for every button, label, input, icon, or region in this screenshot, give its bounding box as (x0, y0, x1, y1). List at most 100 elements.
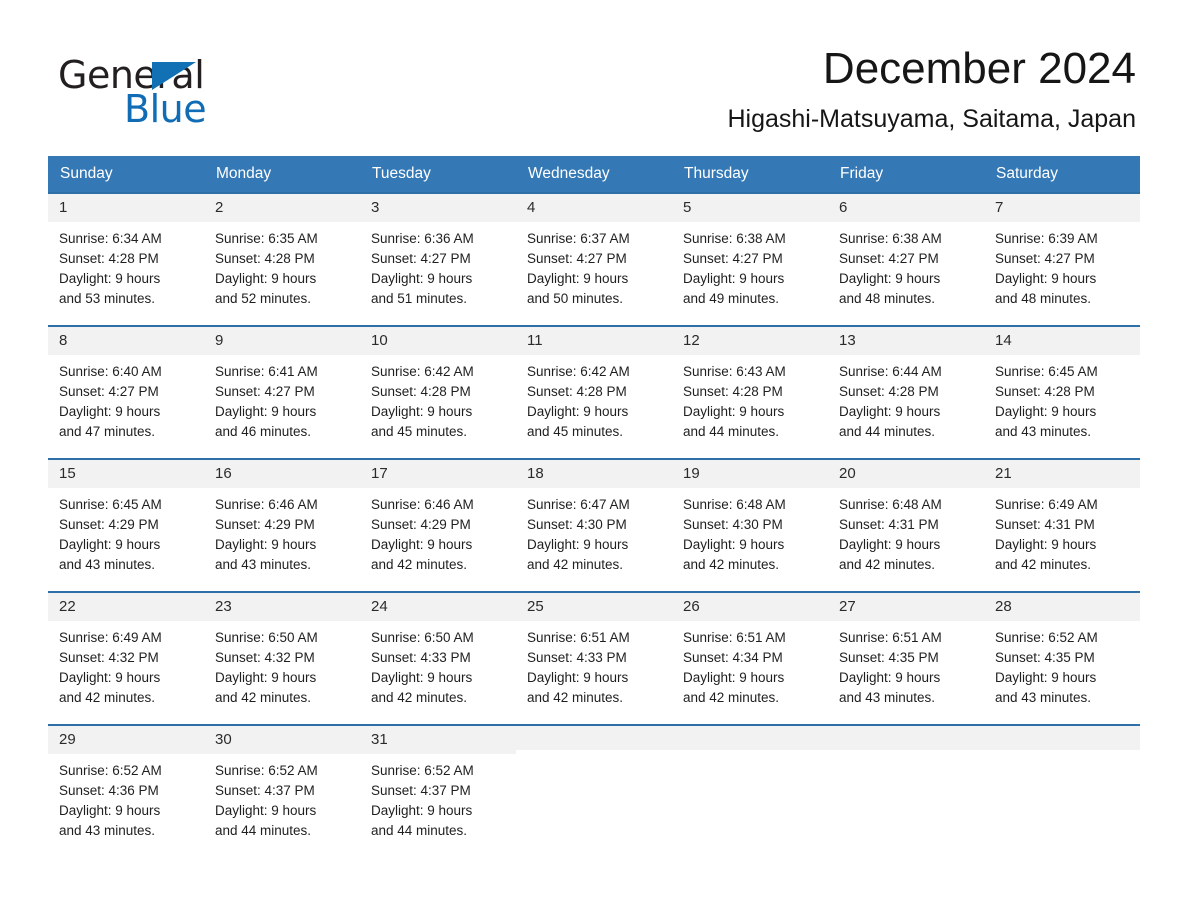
day-details: Sunrise: 6:51 AM Sunset: 4:34 PM Dayligh… (672, 621, 828, 709)
daylight-text-line1: Daylight: 9 hours (215, 271, 317, 287)
weekday-sunday: Sunday (60, 164, 113, 182)
day-number: 11 (516, 327, 672, 355)
sunrise-text: Sunrise: 6:42 AM (371, 363, 474, 379)
sunrise-text: Sunrise: 6:40 AM (59, 363, 162, 379)
daylight-text-line2: and 42 minutes. (683, 690, 780, 706)
day-cell[interactable]: 1 Sunrise: 6:34 AM Sunset: 4:28 PM Dayli… (48, 194, 204, 317)
day-cell[interactable]: 10 Sunrise: 6:42 AM Sunset: 4:28 PM Dayl… (360, 327, 516, 450)
day-cell[interactable]: 12 Sunrise: 6:43 AM Sunset: 4:28 PM Dayl… (672, 327, 828, 450)
day-number: 5 (672, 194, 828, 222)
day-cell[interactable]: 9 Sunrise: 6:41 AM Sunset: 4:27 PM Dayli… (204, 327, 360, 450)
day-cell[interactable]: 17 Sunrise: 6:46 AM Sunset: 4:29 PM Dayl… (360, 460, 516, 583)
day-details: Sunrise: 6:52 AM Sunset: 4:37 PM Dayligh… (204, 754, 360, 842)
daylight-text-line2: and 44 minutes. (683, 424, 780, 440)
day-details: Sunrise: 6:34 AM Sunset: 4:28 PM Dayligh… (48, 222, 204, 310)
day-cell[interactable]: 18 Sunrise: 6:47 AM Sunset: 4:30 PM Dayl… (516, 460, 672, 583)
daylight-text-line1: Daylight: 9 hours (839, 404, 941, 420)
daylight-text-line1: Daylight: 9 hours (59, 670, 161, 686)
day-details: Sunrise: 6:47 AM Sunset: 4:30 PM Dayligh… (516, 488, 672, 576)
daylight-text-line2: and 42 minutes. (371, 557, 468, 573)
day-number (984, 726, 1140, 751)
sunset-text: Sunset: 4:28 PM (59, 250, 159, 266)
day-cell[interactable]: 11 Sunrise: 6:42 AM Sunset: 4:28 PM Dayl… (516, 327, 672, 450)
daylight-text-line1: Daylight: 9 hours (995, 271, 1097, 287)
day-cell[interactable]: 24 Sunrise: 6:50 AM Sunset: 4:33 PM Dayl… (360, 593, 516, 716)
day-details: Sunrise: 6:45 AM Sunset: 4:29 PM Dayligh… (48, 488, 204, 576)
day-details: Sunrise: 6:50 AM Sunset: 4:33 PM Dayligh… (360, 621, 516, 709)
day-cell[interactable]: 6 Sunrise: 6:38 AM Sunset: 4:27 PM Dayli… (828, 194, 984, 317)
day-cell[interactable]: 13 Sunrise: 6:44 AM Sunset: 4:28 PM Dayl… (828, 327, 984, 450)
daylight-text-line1: Daylight: 9 hours (839, 537, 941, 553)
daylight-text-line1: Daylight: 9 hours (59, 404, 161, 420)
daylight-text-line1: Daylight: 9 hours (527, 271, 629, 287)
day-details (516, 750, 672, 757)
daylight-text-line1: Daylight: 9 hours (527, 537, 629, 553)
daylight-text-line2: and 47 minutes. (59, 424, 156, 440)
day-cell[interactable]: 19 Sunrise: 6:48 AM Sunset: 4:30 PM Dayl… (672, 460, 828, 583)
day-number: 30 (204, 726, 360, 754)
generalblue-logo[interactable]: General Blue (58, 46, 288, 128)
day-cell[interactable]: 8 Sunrise: 6:40 AM Sunset: 4:27 PM Dayli… (48, 327, 204, 450)
daylight-text-line2: and 43 minutes. (839, 690, 936, 706)
calendar-page: General Blue December 2024 Higashi-Matsu… (0, 0, 1188, 918)
sunrise-text: Sunrise: 6:52 AM (995, 629, 1098, 645)
sunrise-text: Sunrise: 6:44 AM (839, 363, 942, 379)
day-details: Sunrise: 6:52 AM Sunset: 4:35 PM Dayligh… (984, 621, 1140, 709)
day-cell[interactable]: 27 Sunrise: 6:51 AM Sunset: 4:35 PM Dayl… (828, 593, 984, 716)
daylight-text-line2: and 43 minutes. (215, 557, 312, 573)
day-number: 13 (828, 327, 984, 355)
day-details: Sunrise: 6:49 AM Sunset: 4:32 PM Dayligh… (48, 621, 204, 709)
sunset-text: Sunset: 4:32 PM (215, 649, 315, 665)
day-number: 31 (360, 726, 516, 754)
sunset-text: Sunset: 4:27 PM (527, 250, 627, 266)
day-cell[interactable]: 22 Sunrise: 6:49 AM Sunset: 4:32 PM Dayl… (48, 593, 204, 716)
day-number: 26 (672, 593, 828, 621)
daylight-text-line1: Daylight: 9 hours (995, 404, 1097, 420)
day-number: 21 (984, 460, 1140, 488)
sunrise-text: Sunrise: 6:41 AM (215, 363, 318, 379)
day-cell[interactable]: 20 Sunrise: 6:48 AM Sunset: 4:31 PM Dayl… (828, 460, 984, 583)
day-cell[interactable]: 14 Sunrise: 6:45 AM Sunset: 4:28 PM Dayl… (984, 327, 1140, 450)
weekday-saturday: Saturday (996, 164, 1059, 182)
day-details: Sunrise: 6:38 AM Sunset: 4:27 PM Dayligh… (828, 222, 984, 310)
day-cell[interactable]: 16 Sunrise: 6:46 AM Sunset: 4:29 PM Dayl… (204, 460, 360, 583)
week-row: 22 Sunrise: 6:49 AM Sunset: 4:32 PM Dayl… (48, 591, 1140, 716)
sunset-text: Sunset: 4:28 PM (683, 383, 783, 399)
day-cell[interactable]: 2 Sunrise: 6:35 AM Sunset: 4:28 PM Dayli… (204, 194, 360, 317)
daylight-text-line2: and 43 minutes. (59, 557, 156, 573)
sunrise-text: Sunrise: 6:52 AM (215, 762, 318, 778)
day-number: 9 (204, 327, 360, 355)
sunset-text: Sunset: 4:30 PM (527, 516, 627, 532)
day-cell[interactable]: 5 Sunrise: 6:38 AM Sunset: 4:27 PM Dayli… (672, 194, 828, 317)
day-cell[interactable]: 21 Sunrise: 6:49 AM Sunset: 4:31 PM Dayl… (984, 460, 1140, 583)
day-number: 1 (48, 194, 204, 222)
sunrise-text: Sunrise: 6:43 AM (683, 363, 786, 379)
day-details: Sunrise: 6:44 AM Sunset: 4:28 PM Dayligh… (828, 355, 984, 443)
triangle-icon (152, 62, 196, 90)
day-cell[interactable]: 3 Sunrise: 6:36 AM Sunset: 4:27 PM Dayli… (360, 194, 516, 317)
day-cell[interactable]: 25 Sunrise: 6:51 AM Sunset: 4:33 PM Dayl… (516, 593, 672, 716)
sunset-text: Sunset: 4:33 PM (527, 649, 627, 665)
day-number: 18 (516, 460, 672, 488)
day-cell[interactable]: 31 Sunrise: 6:52 AM Sunset: 4:37 PM Dayl… (360, 726, 516, 849)
day-cell[interactable]: 26 Sunrise: 6:51 AM Sunset: 4:34 PM Dayl… (672, 593, 828, 716)
daylight-text-line1: Daylight: 9 hours (683, 404, 785, 420)
day-details: Sunrise: 6:48 AM Sunset: 4:31 PM Dayligh… (828, 488, 984, 576)
sunset-text: Sunset: 4:28 PM (839, 383, 939, 399)
page-subtitle: Higashi-Matsuyama, Saitama, Japan (727, 105, 1136, 134)
day-number: 25 (516, 593, 672, 621)
day-cell[interactable]: 15 Sunrise: 6:45 AM Sunset: 4:29 PM Dayl… (48, 460, 204, 583)
day-cell[interactable]: 30 Sunrise: 6:52 AM Sunset: 4:37 PM Dayl… (204, 726, 360, 849)
day-cell[interactable]: 23 Sunrise: 6:50 AM Sunset: 4:32 PM Dayl… (204, 593, 360, 716)
day-cell[interactable]: 29 Sunrise: 6:52 AM Sunset: 4:36 PM Dayl… (48, 726, 204, 849)
daylight-text-line1: Daylight: 9 hours (371, 537, 473, 553)
sunset-text: Sunset: 4:31 PM (839, 516, 939, 532)
day-cell[interactable]: 7 Sunrise: 6:39 AM Sunset: 4:27 PM Dayli… (984, 194, 1140, 317)
daylight-text-line2: and 45 minutes. (371, 424, 468, 440)
day-cell[interactable]: 4 Sunrise: 6:37 AM Sunset: 4:27 PM Dayli… (516, 194, 672, 317)
day-cell[interactable]: 28 Sunrise: 6:52 AM Sunset: 4:35 PM Dayl… (984, 593, 1140, 716)
sunset-text: Sunset: 4:28 PM (995, 383, 1095, 399)
sunset-text: Sunset: 4:29 PM (215, 516, 315, 532)
daylight-text-line1: Daylight: 9 hours (527, 404, 629, 420)
sunrise-text: Sunrise: 6:49 AM (995, 496, 1098, 512)
